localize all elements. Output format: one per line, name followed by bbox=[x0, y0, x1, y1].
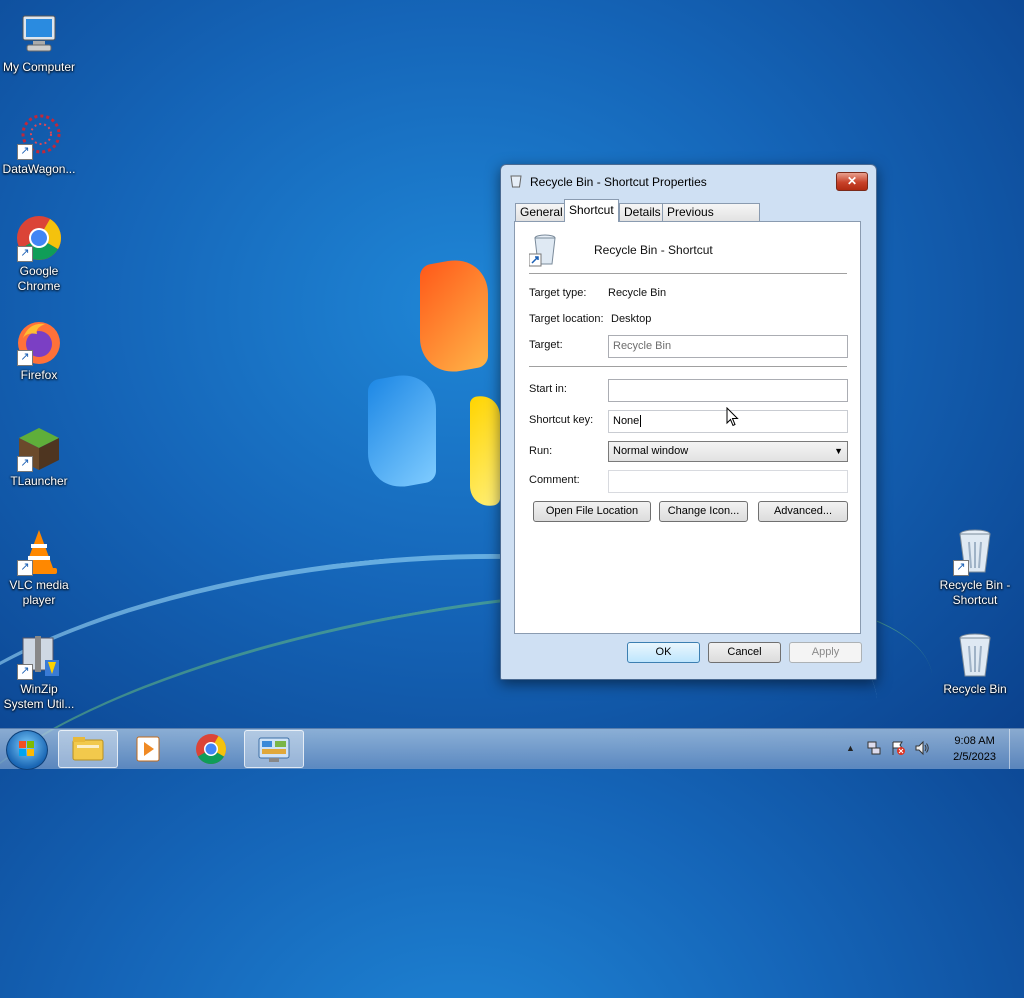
target-type-value: Recycle Bin bbox=[608, 287, 667, 299]
chrome-icon: ↗ bbox=[15, 214, 63, 262]
tab-previous-versions[interactable]: Previous Versions bbox=[662, 203, 760, 236]
target-location-label: Target location: bbox=[529, 313, 604, 325]
clock-date: 2/5/2023 bbox=[953, 751, 996, 763]
desktop-icon-google-chrome[interactable]: ↗ Google Chrome bbox=[1, 214, 77, 294]
recycle-bin-shortcut-icon bbox=[528, 234, 559, 268]
shortcut-tab-panel: Recycle Bin - Shortcut Target type: Recy… bbox=[514, 221, 861, 634]
show-desktop-button[interactable] bbox=[1009, 729, 1024, 769]
desktop-icon-datawagon[interactable]: ↗ DataWagon... bbox=[1, 112, 77, 177]
desktop-icon-label: Recycle Bin bbox=[943, 682, 1007, 696]
start-button[interactable] bbox=[6, 730, 48, 770]
start-in-label: Start in: bbox=[529, 383, 567, 395]
change-icon-button[interactable]: Change Icon... bbox=[659, 501, 748, 522]
network-icon[interactable] bbox=[866, 740, 882, 756]
comment-label: Comment: bbox=[529, 474, 580, 486]
media-player-icon bbox=[136, 736, 160, 762]
advanced-button[interactable]: Advanced... bbox=[758, 501, 848, 522]
datawagon-icon: ↗ bbox=[15, 112, 63, 160]
ok-button[interactable]: OK bbox=[627, 642, 700, 663]
dialog-titlebar[interactable]: Recycle Bin - Shortcut Properties ✕ bbox=[501, 165, 876, 195]
windows-logo-wallpaper bbox=[360, 245, 510, 510]
folder-icon bbox=[72, 737, 104, 761]
taskbar-media-player[interactable] bbox=[120, 730, 178, 766]
windows-flag-icon bbox=[19, 741, 34, 756]
text-cursor bbox=[640, 415, 642, 427]
desktop-icon-label: Google Chrome bbox=[17, 264, 61, 293]
winzip-icon: ↗ bbox=[15, 632, 63, 680]
desktop-icon-label: DataWagon... bbox=[2, 162, 76, 176]
computer-icon bbox=[15, 10, 63, 58]
target-location-value: Desktop bbox=[611, 313, 652, 325]
shortcut-properties-dialog: Recycle Bin - Shortcut Properties ✕ Gene… bbox=[500, 164, 877, 680]
action-center-flag-icon[interactable] bbox=[890, 740, 906, 756]
close-button[interactable]: ✕ bbox=[836, 172, 868, 191]
desktop-icon-recycle-bin-shortcut[interactable]: ↗ Recycle Bin - Shortcut bbox=[937, 528, 1013, 608]
run-select[interactable]: Normal window ▼ bbox=[608, 441, 848, 462]
taskbar-control-panel[interactable] bbox=[244, 730, 304, 768]
tab-shortcut[interactable]: Shortcut bbox=[564, 199, 619, 222]
taskbar-explorer[interactable] bbox=[58, 730, 118, 768]
open-file-location-button[interactable]: Open File Location bbox=[533, 501, 651, 522]
desktop-icon-my-computer[interactable]: My Computer bbox=[1, 10, 77, 75]
tab-details[interactable]: Details bbox=[619, 203, 667, 221]
shortcut-name: Recycle Bin - Shortcut bbox=[594, 243, 713, 257]
target-type-label: Target type: bbox=[529, 287, 587, 299]
firefox-icon: ↗ bbox=[15, 318, 63, 366]
volume-icon[interactable] bbox=[914, 740, 930, 756]
divider bbox=[529, 273, 847, 274]
control-panel-icon bbox=[258, 737, 290, 762]
show-hidden-icons-button[interactable]: ▲ bbox=[846, 743, 855, 753]
divider bbox=[529, 366, 847, 367]
recycle-bin-small-icon bbox=[510, 174, 522, 188]
recycle-bin-icon: ↗ bbox=[951, 528, 999, 576]
run-select-value: Normal window bbox=[613, 445, 689, 457]
desktop-icon-label: VLC media player bbox=[9, 578, 69, 607]
recycle-bin-icon bbox=[951, 632, 999, 680]
apply-button[interactable]: Apply bbox=[789, 642, 862, 663]
desktop-icon-vlc[interactable]: ↗ VLC media player bbox=[1, 528, 77, 608]
desktop-icon-firefox[interactable]: ↗ Firefox bbox=[1, 318, 77, 383]
target-field[interactable]: Recycle Bin bbox=[608, 335, 848, 358]
start-in-field[interactable] bbox=[608, 379, 848, 402]
system-clock[interactable]: 9:08 AM 2/5/2023 bbox=[953, 733, 996, 765]
chrome-icon bbox=[196, 734, 226, 765]
desktop-icon-label: Recycle Bin - Shortcut bbox=[939, 578, 1011, 607]
minecraft-block-icon: ↗ bbox=[15, 424, 63, 472]
shortcut-key-label: Shortcut key: bbox=[529, 414, 594, 426]
dialog-title: Recycle Bin - Shortcut Properties bbox=[530, 175, 707, 189]
tab-general[interactable]: General bbox=[515, 203, 568, 221]
clock-time: 9:08 AM bbox=[954, 735, 995, 747]
target-label: Target: bbox=[529, 339, 563, 351]
desktop-icon-label: My Computer bbox=[2, 60, 76, 74]
desktop-icon-tlauncher[interactable]: ↗ TLauncher bbox=[1, 424, 77, 489]
desktop-icon-label: TLauncher bbox=[10, 474, 68, 488]
chevron-down-icon: ▼ bbox=[834, 446, 843, 456]
desktop-icon-winzip[interactable]: ↗ WinZip System Util... bbox=[1, 632, 77, 712]
cancel-button[interactable]: Cancel bbox=[708, 642, 781, 663]
taskbar: ▲ 9:08 AM 2/5/2023 bbox=[0, 728, 1024, 770]
comment-field[interactable] bbox=[608, 470, 848, 493]
taskbar-chrome[interactable] bbox=[182, 730, 240, 766]
shortcut-key-value: None bbox=[613, 415, 640, 427]
desktop-icon-label: Firefox bbox=[20, 368, 58, 382]
run-label: Run: bbox=[529, 445, 553, 457]
desktop-icon-label: WinZip System Util... bbox=[3, 682, 75, 711]
vlc-cone-icon: ↗ bbox=[15, 528, 63, 576]
mouse-cursor-icon bbox=[726, 407, 739, 427]
desktop-icon-recycle-bin[interactable]: Recycle Bin bbox=[937, 632, 1013, 697]
